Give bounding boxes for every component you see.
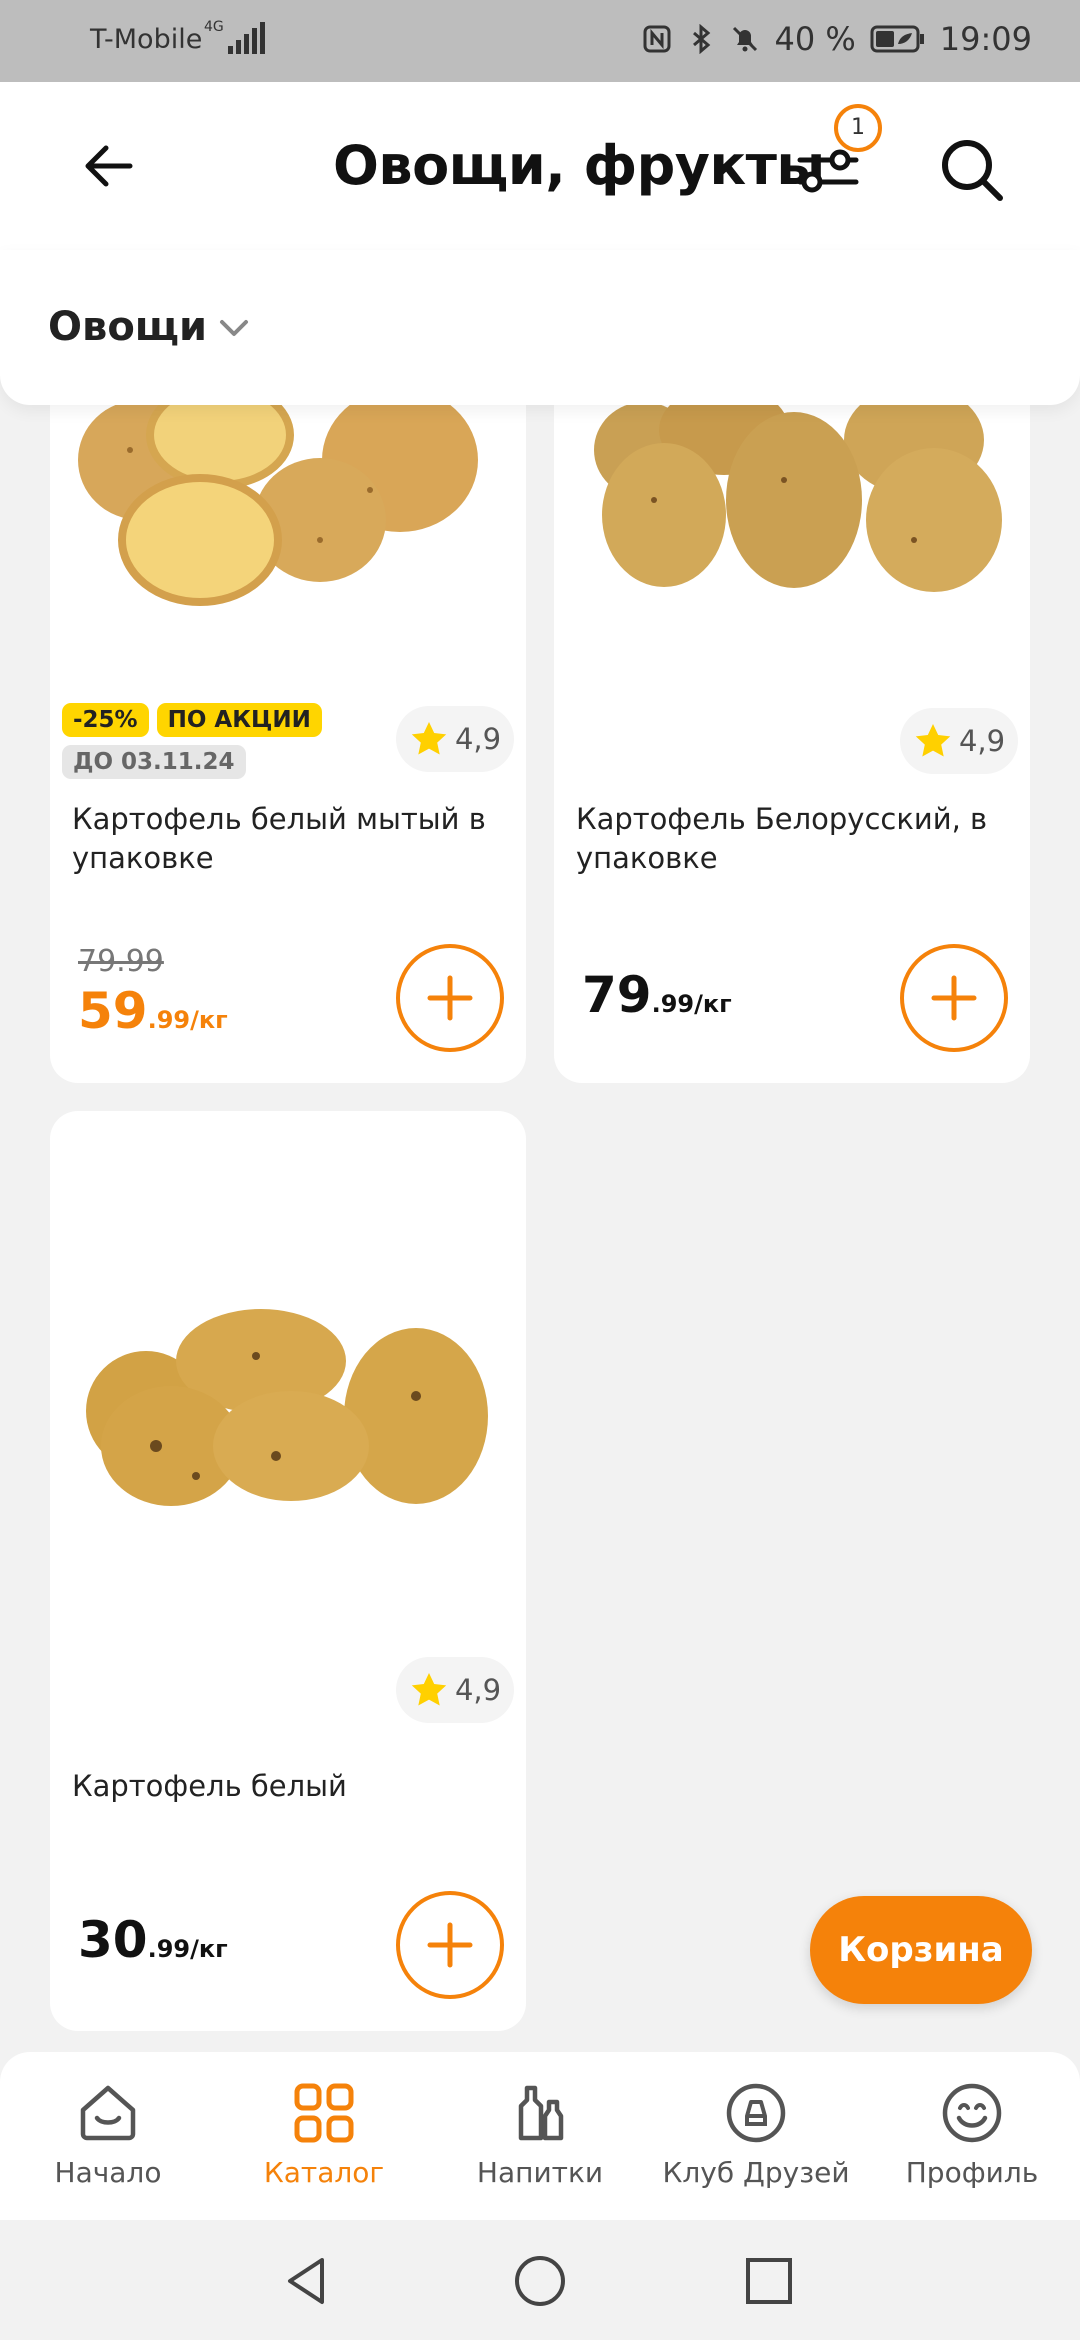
- nav-label: Профиль: [905, 2156, 1039, 2189]
- bottles-icon: [518, 2085, 564, 2141]
- system-recents-icon[interactable]: [742, 2254, 796, 2308]
- cart-button[interactable]: Корзина: [810, 1896, 1032, 2004]
- rating-value: 4,9: [454, 1673, 502, 1707]
- price-main: 59: [78, 982, 148, 1040]
- category-selector[interactable]: Овощи: [0, 250, 1080, 405]
- add-to-cart-button[interactable]: [900, 944, 1008, 1052]
- filter-count-badge: 1: [834, 104, 882, 152]
- product-card[interactable]: -25% ПО АКЦИИ ДО 03.11.24 4,9 Картофель б…: [50, 370, 526, 1083]
- product-image: [86, 1309, 488, 1506]
- club-d-icon: [726, 2083, 786, 2143]
- nav-label: Напитки: [476, 2156, 604, 2189]
- star-icon: [915, 724, 951, 757]
- current-price: 59.99/кг: [78, 982, 228, 1040]
- nav-item-catalog[interactable]: Каталог: [224, 2080, 424, 2189]
- promo-date-badge: ДО 03.11.24: [62, 745, 246, 779]
- nav-item-drinks[interactable]: Напитки: [440, 2080, 640, 2189]
- page-title: Овощи, фрукты: [333, 134, 825, 197]
- home-icon: [80, 2085, 136, 2141]
- status-bar: T-Mobile 4G 40 % 19:09: [0, 0, 1080, 82]
- battery-percent: 40 %: [774, 20, 856, 58]
- price-main: 30: [78, 1911, 148, 1969]
- plus-icon: [931, 975, 977, 1021]
- product-image: [594, 390, 1002, 592]
- nfc-icon: [643, 25, 671, 53]
- nav-item-profile[interactable]: Профиль: [872, 2080, 1072, 2189]
- price-main: 79: [582, 966, 652, 1024]
- rating-badge: 4,9: [396, 706, 514, 772]
- app-header: Овощи, фрукты 1: [0, 82, 1080, 250]
- plus-icon: [427, 1922, 473, 1968]
- current-price: 30.99/кг: [78, 1911, 228, 1969]
- product-name: Картофель Белорусский, в упаковке: [576, 802, 988, 875]
- price-fraction: .99/кг: [147, 1935, 228, 1963]
- star-icon: [411, 1673, 447, 1706]
- bell-muted-icon: [733, 26, 758, 52]
- nav-label: Начало: [54, 2156, 162, 2189]
- promo-badges: -25% ПО АКЦИИ ДО 03.11.24: [62, 703, 330, 779]
- rating-value: 4,9: [958, 724, 1006, 758]
- category-label: Овощи: [48, 304, 208, 350]
- nav-label: Клуб Друзей: [662, 2156, 850, 2189]
- system-back-icon[interactable]: [280, 2254, 334, 2308]
- network-type: 4G: [204, 19, 224, 35]
- battery-icon: [870, 25, 924, 53]
- signal-icon: [228, 22, 265, 54]
- back-arrow-icon[interactable]: [74, 132, 142, 200]
- chevron-down-icon: [220, 320, 248, 336]
- product-image: [78, 390, 478, 606]
- bluetooth-icon: [693, 24, 711, 54]
- discount-badge: -25%: [62, 703, 149, 737]
- clock: 19:09: [939, 20, 1032, 58]
- rating-badge: 4,9: [396, 1657, 514, 1723]
- bottom-nav: Начало Каталог Напитки Клуб Друзей Профи…: [0, 2052, 1080, 2220]
- product-card[interactable]: 4,9 Картофель белый 30.99/кг: [50, 1111, 526, 2031]
- plus-icon: [427, 975, 473, 1021]
- add-to-cart-button[interactable]: [396, 1891, 504, 1999]
- smiley-icon: [942, 2083, 1002, 2143]
- old-price: 79.99: [78, 944, 164, 979]
- product-card[interactable]: 4,9 Картофель Белорусский, в упаковке 79…: [554, 370, 1030, 1083]
- product-name: Картофель белый мытый в упаковке: [72, 802, 486, 875]
- nav-item-club[interactable]: Клуб Друзей: [656, 2080, 856, 2189]
- price-fraction: .99/кг: [651, 990, 732, 1018]
- star-icon: [411, 722, 447, 755]
- nav-label: Каталог: [263, 2156, 385, 2189]
- price-fraction: .99/кг: [147, 1006, 228, 1034]
- rating-value: 4,9: [454, 722, 502, 756]
- promo-badge: ПО АКЦИИ: [156, 703, 322, 737]
- add-to-cart-button[interactable]: [396, 944, 504, 1052]
- search-icon[interactable]: [934, 132, 1010, 208]
- system-home-icon[interactable]: [513, 2254, 567, 2308]
- system-nav-bar: [0, 2220, 1080, 2340]
- product-name: Картофель белый: [72, 1769, 347, 1803]
- current-price: 79.99/кг: [582, 966, 732, 1024]
- carrier-name: T-Mobile: [90, 24, 203, 55]
- rating-badge: 4,9: [900, 708, 1018, 774]
- catalog-grid-icon: [294, 2083, 354, 2143]
- nav-item-home[interactable]: Начало: [8, 2080, 208, 2189]
